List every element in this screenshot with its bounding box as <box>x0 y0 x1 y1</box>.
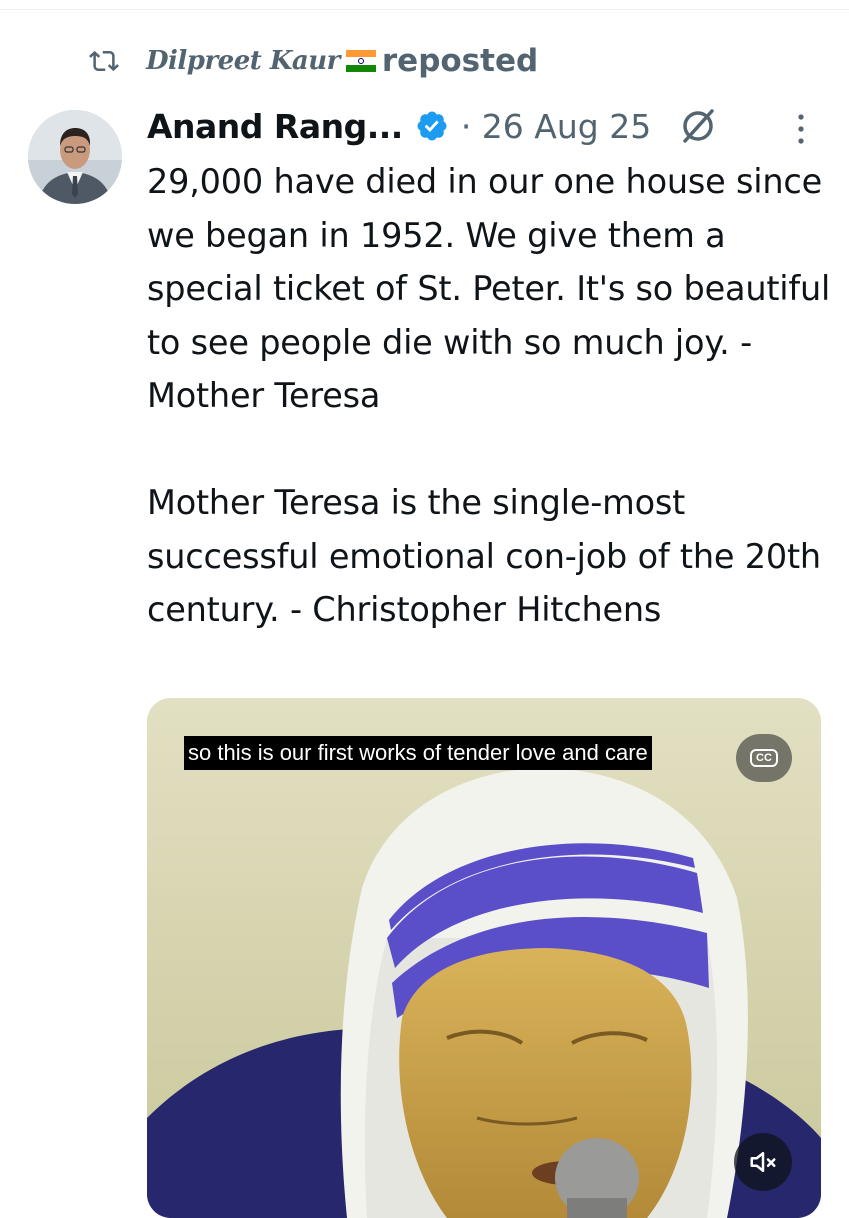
more-options-icon[interactable] <box>794 112 808 146</box>
repost-icon <box>84 41 124 81</box>
post-header: Anand Rang... · 26 Aug 25 <box>147 100 717 152</box>
verified-badge-icon <box>417 111 447 141</box>
volume-muted-icon <box>750 1152 776 1172</box>
post-date[interactable]: · 26 Aug 25 <box>461 107 651 146</box>
reposter-name[interactable]: Dilpreet Kaur <box>146 46 340 76</box>
caption-subtitle: so this is our first works of tender lov… <box>184 736 652 770</box>
post-text: 29,000 have died in our one house since … <box>147 162 831 629</box>
cc-icon: CC <box>750 749 778 767</box>
repost-context[interactable]: Dilpreet Kaur reposted <box>84 38 538 84</box>
video-frame <box>147 698 821 1218</box>
mute-button[interactable] <box>734 1133 792 1191</box>
closed-captions-button[interactable]: CC <box>736 734 792 782</box>
video-player[interactable]: so this is our first works of tender lov… <box>147 698 821 1218</box>
repost-label: reposted <box>381 43 539 79</box>
india-flag-icon <box>345 50 376 72</box>
grok-icon[interactable] <box>679 107 717 145</box>
avatar[interactable] <box>28 110 122 204</box>
top-divider <box>0 0 849 10</box>
author-name[interactable]: Anand Rang... <box>147 107 403 146</box>
